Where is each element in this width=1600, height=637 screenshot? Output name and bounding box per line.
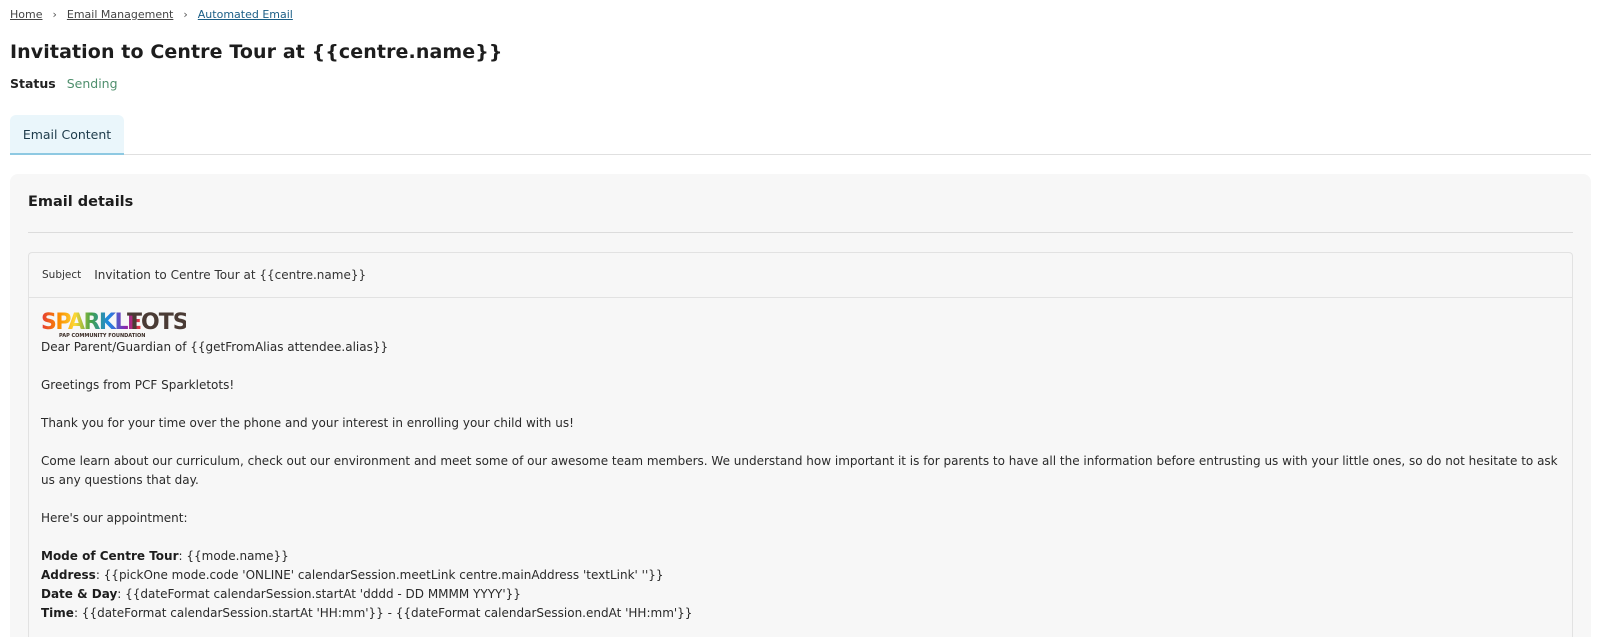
detail-value: : {{mode.name}}	[178, 549, 289, 563]
detail-label: Time	[41, 606, 74, 620]
detail-address: Address: {{pickOne mode.code 'ONLINE' ca…	[41, 566, 1560, 585]
email-details-panel: Email details Subject Invitation to Cent…	[10, 174, 1591, 637]
breadcrumb-email-management-link[interactable]: Email Management	[67, 8, 173, 21]
chevron-right-icon: ›	[52, 8, 57, 21]
status-row: Status Sending	[10, 76, 118, 91]
email-paragraph: Greetings from PCF Sparkletots!	[41, 378, 235, 392]
detail-label: Address	[41, 568, 96, 582]
email-paragraph: Here's our appointment:	[41, 511, 188, 525]
detail-label: Mode of Centre Tour	[41, 549, 179, 563]
subject-row: Subject Invitation to Centre Tour at {{c…	[29, 253, 1572, 298]
detail-time: Time: {{dateFormat calendarSession.start…	[41, 604, 1560, 623]
status-label: Status	[10, 76, 56, 91]
panel-title: Email details	[28, 194, 134, 210]
subject-label: Subject	[42, 269, 82, 281]
status-value: Sending	[66, 76, 118, 91]
sparkletots-logo: SPARKLE TOTS PAP COMMUNITY FOUNDATION	[41, 310, 186, 338]
email-greeting: Dear Parent/Guardian of {{getFromAlias a…	[41, 340, 389, 354]
divider	[28, 232, 1573, 233]
chevron-right-icon: ›	[183, 8, 188, 21]
svg-text:SPARKLE: SPARKLE	[41, 310, 141, 335]
email-paragraph: Come learn about our curriculum, check o…	[41, 454, 1558, 487]
email-body: SPARKLE TOTS PAP COMMUNITY FOUNDATION De…	[29, 298, 1572, 623]
detail-value: : {{pickOne mode.code 'ONLINE' calendarS…	[95, 568, 664, 582]
detail-value: : {{dateFormat calendarSession.startAt '…	[117, 587, 521, 601]
detail-value: : {{dateFormat calendarSession.startAt '…	[73, 606, 693, 620]
svg-text:TOTS: TOTS	[127, 310, 186, 335]
breadcrumb-automated-email-link[interactable]: Automated Email	[198, 8, 293, 21]
tab-email-content[interactable]: Email Content	[10, 115, 124, 155]
email-paragraph: Thank you for your time over the phone a…	[41, 416, 574, 430]
subject-value: Invitation to Centre Tour at {{centre.na…	[94, 268, 367, 282]
page-title: Invitation to Centre Tour at {{centre.na…	[10, 41, 503, 63]
email-preview: Subject Invitation to Centre Tour at {{c…	[28, 252, 1573, 637]
breadcrumb: Home › Email Management › Automated Emai…	[10, 8, 293, 21]
detail-date: Date & Day: {{dateFormat calendarSession…	[41, 585, 1560, 604]
detail-label: Date & Day	[41, 587, 118, 601]
breadcrumb-home-link[interactable]: Home	[10, 8, 42, 21]
tab-bar: Email Content	[10, 115, 1591, 155]
detail-mode: Mode of Centre Tour: {{mode.name}}	[41, 547, 1560, 566]
